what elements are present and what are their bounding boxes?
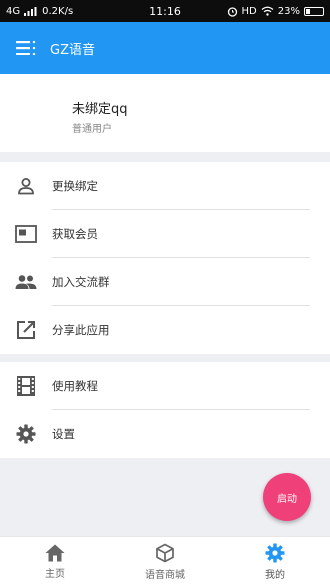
app-title: GZ语音 xyxy=(50,42,95,58)
menu-group-help: 使用教程 设置 xyxy=(0,362,330,458)
profile-card[interactable]: 未绑定qq 普通用户 xyxy=(0,74,330,152)
home-icon xyxy=(45,544,65,561)
status-right: HD 23% xyxy=(227,6,324,17)
profile-role: 普通用户 xyxy=(72,124,112,135)
battery-percent: 23% xyxy=(277,5,300,17)
profile-name: 未绑定qq xyxy=(72,102,128,117)
menu-item-label: 更换绑定 xyxy=(52,179,98,193)
film-icon xyxy=(0,376,52,396)
menu-item-label: 使用教程 xyxy=(52,379,98,393)
gear-icon xyxy=(265,543,285,562)
network-type: 4G xyxy=(6,5,21,17)
battery-icon xyxy=(304,6,324,16)
menu-item-join-group[interactable]: 加入交流群 xyxy=(0,258,330,306)
status-left: 4G 0.2K/s xyxy=(6,6,227,17)
menu-group-account: 更换绑定 获取会员 加入交流群 分享此应用 xyxy=(0,162,330,354)
menu-item-label: 分享此应用 xyxy=(52,323,110,337)
gear-icon xyxy=(0,424,52,444)
hamburger-icon xyxy=(16,41,36,55)
people-icon xyxy=(0,274,52,290)
monitor-icon xyxy=(0,225,52,243)
fab-label: 启动 xyxy=(277,493,297,505)
nav-label: 语音商城 xyxy=(145,569,185,581)
menu-item-label: 获取会员 xyxy=(52,227,98,241)
menu-item-get-membership[interactable]: 获取会员 xyxy=(0,210,330,258)
share-icon xyxy=(0,320,52,340)
nav-item-voice-store[interactable]: 语音商城 xyxy=(110,537,220,586)
menu-item-share-app[interactable]: 分享此应用 xyxy=(0,306,330,354)
status-bar: 4G 0.2K/s 11:16 HD 23% xyxy=(0,0,330,22)
nav-label: 主页 xyxy=(45,568,65,580)
nav-item-mine[interactable]: 我的 xyxy=(220,537,330,586)
app-bar: GZ语音 xyxy=(0,22,330,74)
nav-item-home[interactable]: 主页 xyxy=(0,537,110,586)
person-icon xyxy=(0,176,52,196)
bottom-navigation: 主页 语音商城 我的 xyxy=(0,536,330,586)
signal-icon xyxy=(24,6,37,16)
hd-indicator: HD xyxy=(241,5,257,17)
menu-item-label: 加入交流群 xyxy=(52,275,110,289)
menu-item-settings[interactable]: 设置 xyxy=(0,410,330,458)
start-fab-button[interactable]: 启动 xyxy=(263,473,311,521)
menu-item-label: 设置 xyxy=(52,427,75,441)
alarm-icon xyxy=(227,6,237,17)
network-speed: 0.2K/s xyxy=(42,5,74,17)
nav-label: 我的 xyxy=(265,569,285,581)
menu-button[interactable] xyxy=(16,39,38,57)
wifi-icon xyxy=(261,6,274,16)
menu-item-change-binding[interactable]: 更换绑定 xyxy=(0,162,330,210)
menu-item-tutorial[interactable]: 使用教程 xyxy=(0,362,330,410)
cube-icon xyxy=(156,543,174,562)
